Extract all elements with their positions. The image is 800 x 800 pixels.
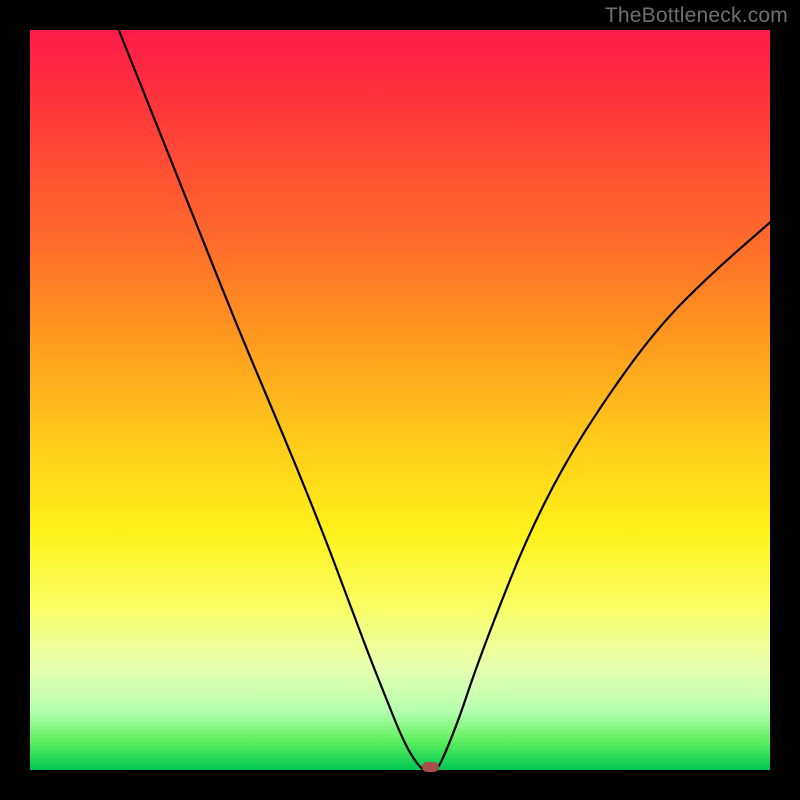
valley-marker — [422, 762, 439, 772]
watermark-text: TheBottleneck.com — [605, 4, 788, 28]
bottleneck-curve — [30, 30, 770, 770]
plot-area — [30, 30, 770, 770]
outer-frame: TheBottleneck.com — [0, 0, 800, 800]
